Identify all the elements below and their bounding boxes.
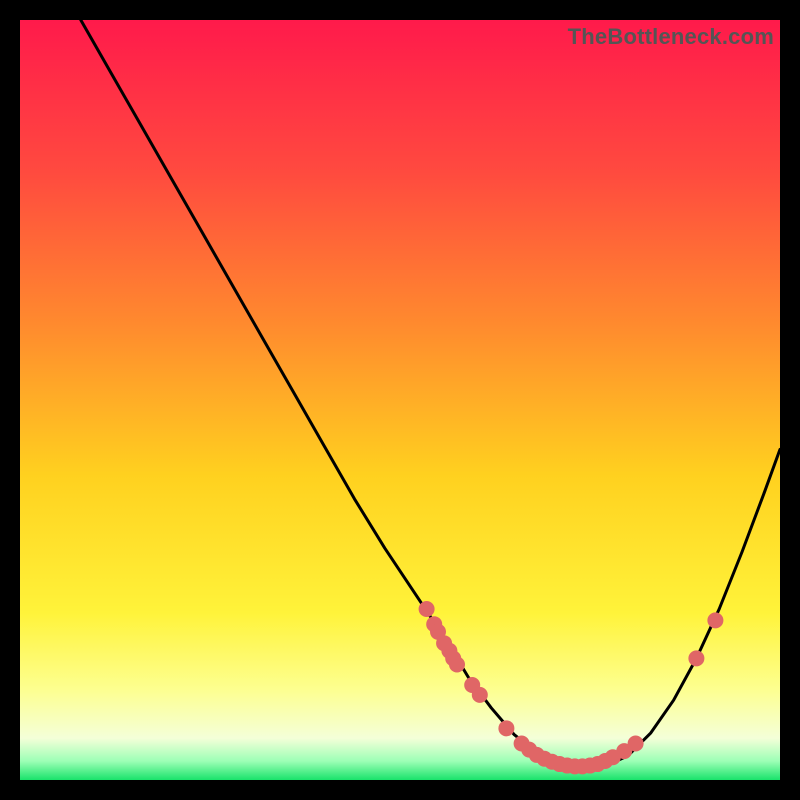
chart-svg bbox=[20, 20, 780, 780]
point-valley-cluster bbox=[628, 736, 644, 752]
chart-frame: TheBottleneck.com bbox=[20, 20, 780, 780]
point-valley-cluster bbox=[498, 720, 514, 736]
point-left-cluster bbox=[419, 601, 435, 617]
watermark-text: TheBottleneck.com bbox=[568, 24, 774, 50]
point-right-pair bbox=[688, 650, 704, 666]
point-mid-pair bbox=[472, 687, 488, 703]
plot-background bbox=[20, 20, 780, 780]
point-right-pair bbox=[707, 612, 723, 628]
point-left-cluster bbox=[449, 656, 465, 672]
